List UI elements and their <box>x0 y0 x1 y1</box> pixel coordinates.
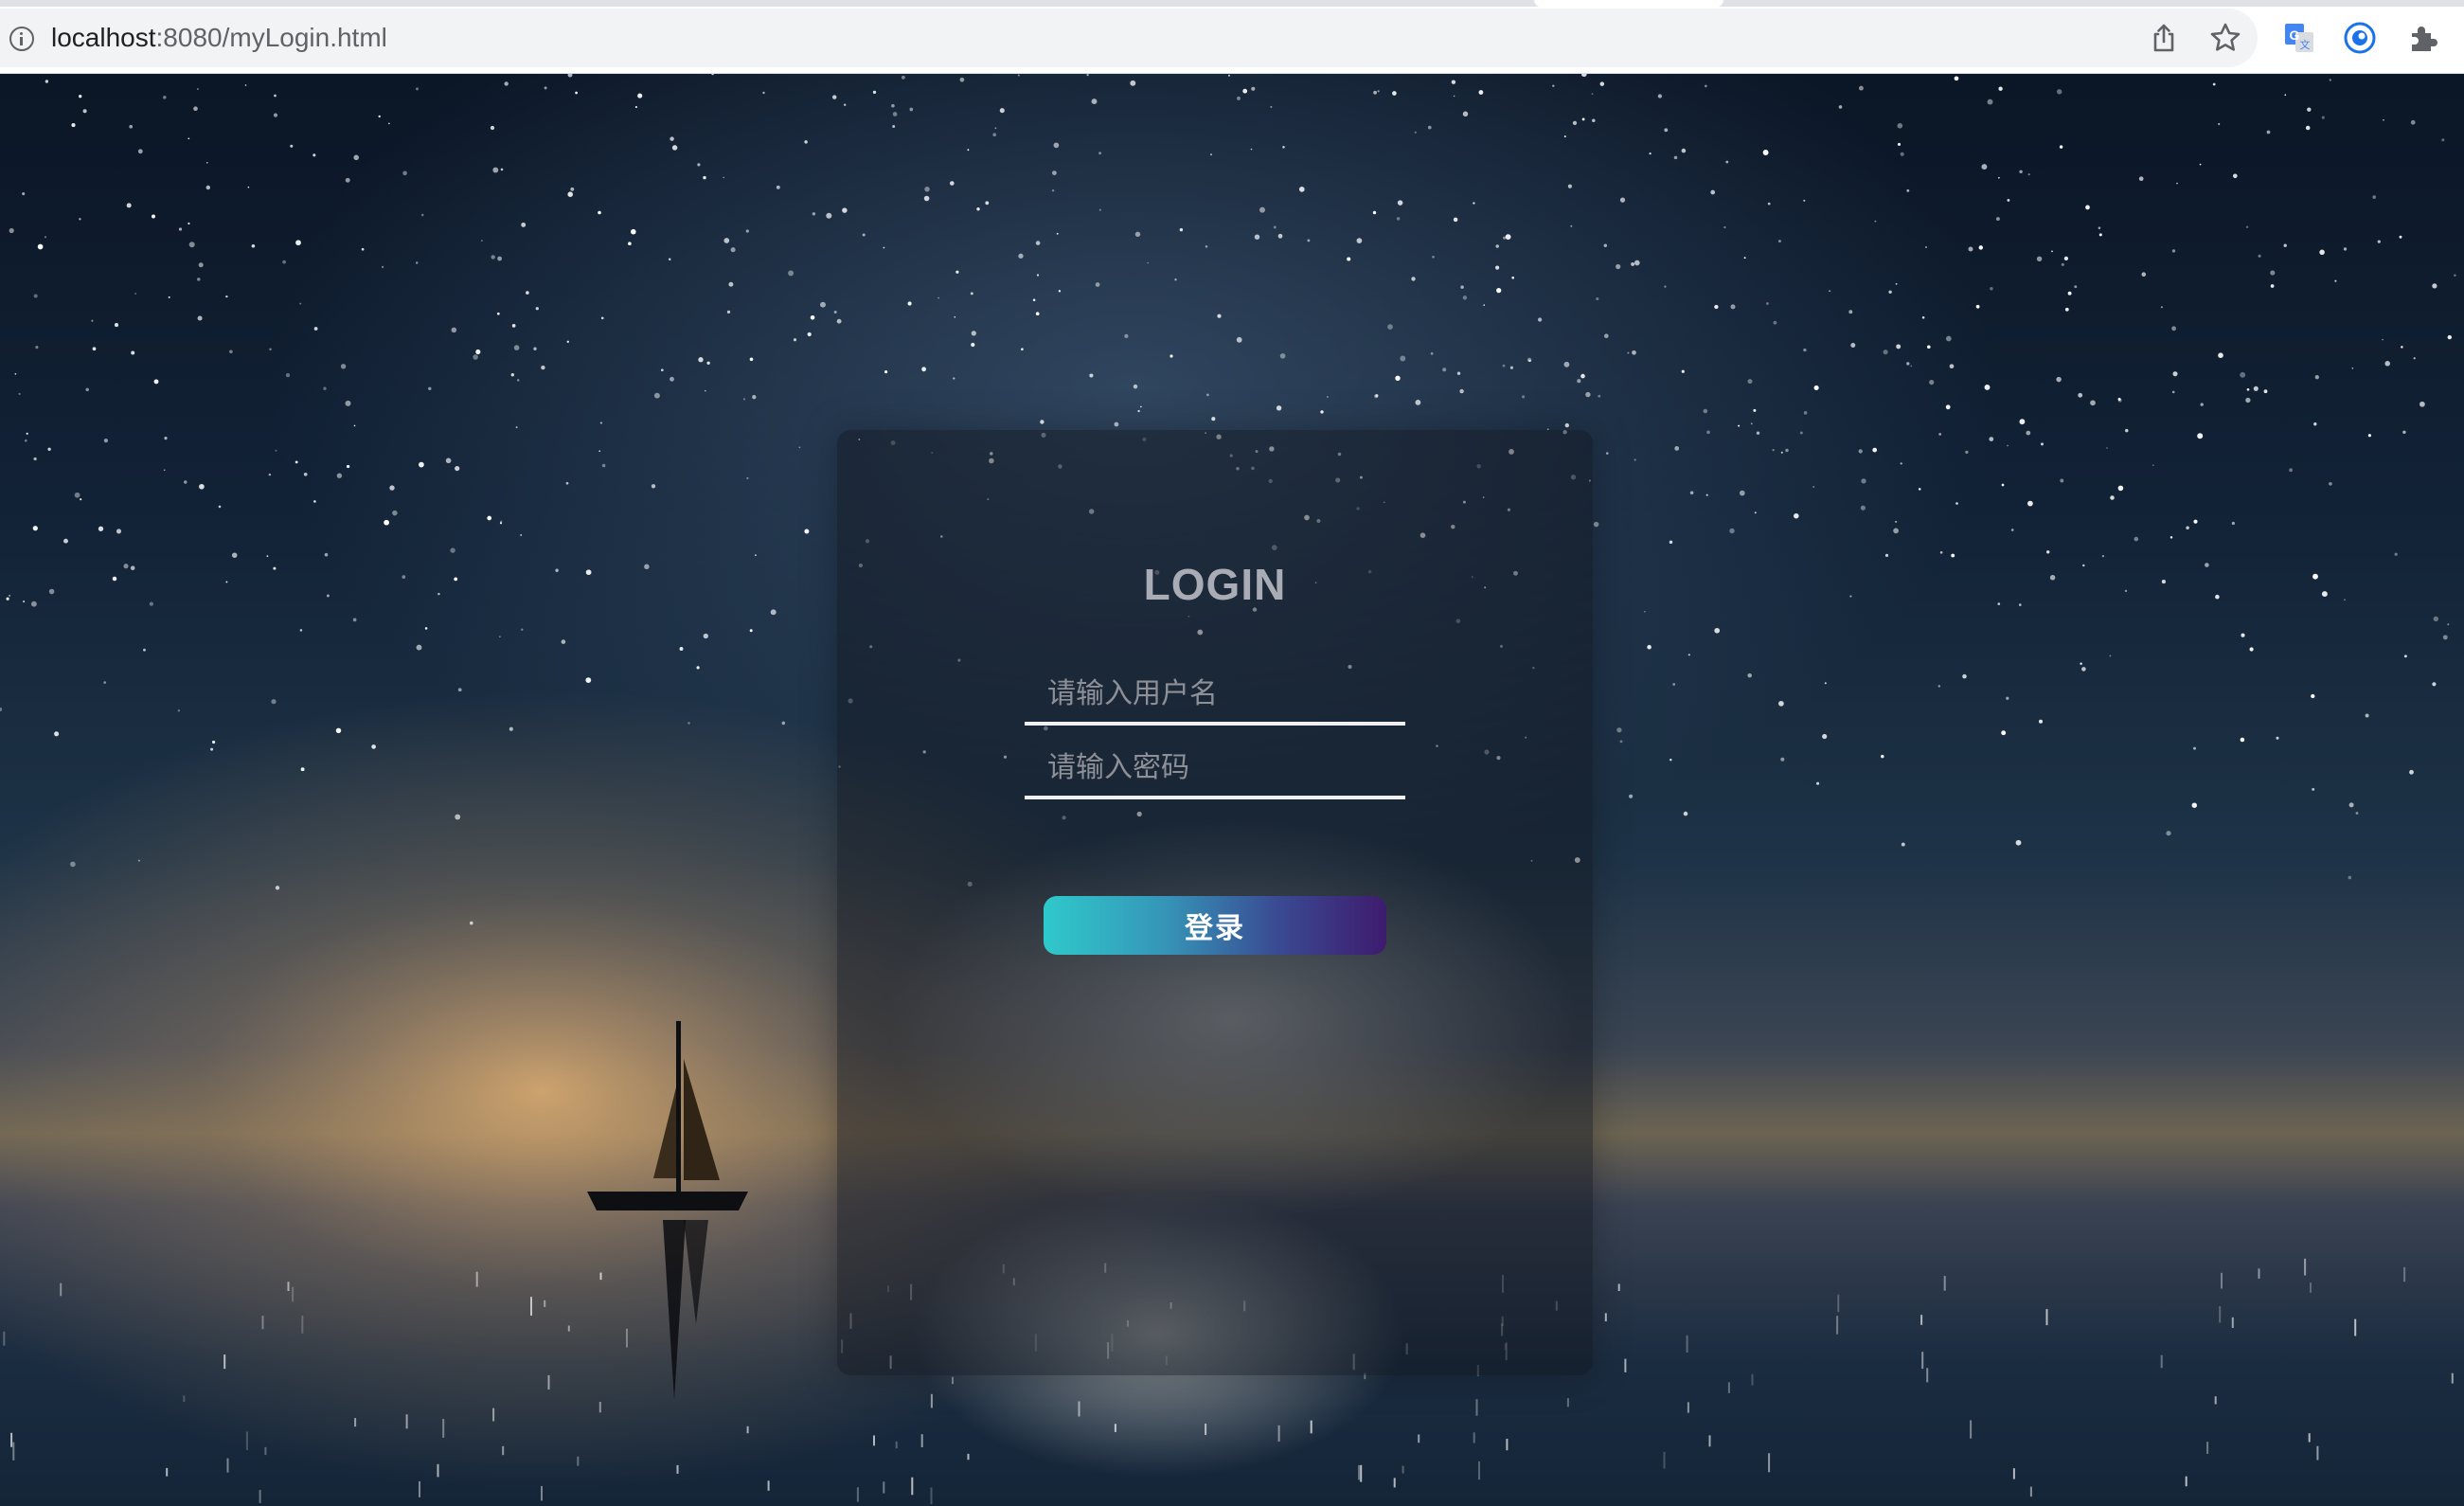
extension-eye-icon[interactable] <box>2343 21 2377 55</box>
url-text[interactable]: localhost:8080/myLogin.html <box>51 21 387 55</box>
info-icon[interactable] <box>9 27 34 51</box>
star-icon[interactable] <box>2208 21 2242 55</box>
share-icon[interactable] <box>2147 21 2181 55</box>
active-tab-edge[interactable] <box>1534 0 1723 7</box>
translate-icon[interactable]: G 文 <box>2282 21 2316 55</box>
username-input[interactable] <box>1025 665 1405 722</box>
login-card: LOGIN 登录 <box>837 430 1593 1375</box>
svg-text:文: 文 <box>2300 38 2311 51</box>
login-button[interactable]: 登录 <box>1044 896 1386 955</box>
svg-text:G: G <box>2290 27 2300 43</box>
url-host: localhost <box>51 23 156 52</box>
username-field <box>1025 665 1405 726</box>
puzzle-icon[interactable] <box>2405 21 2439 55</box>
browser-toolbar: localhost:8080/myLogin.html G 文 <box>0 0 2464 74</box>
password-field <box>1025 739 1405 799</box>
login-title: LOGIN <box>1143 560 1287 609</box>
page-viewport: LOGIN 登录 <box>0 74 2464 1506</box>
password-input[interactable] <box>1025 739 1405 796</box>
tab-strip <box>0 0 2464 7</box>
url-path: :8080/myLogin.html <box>155 23 387 52</box>
